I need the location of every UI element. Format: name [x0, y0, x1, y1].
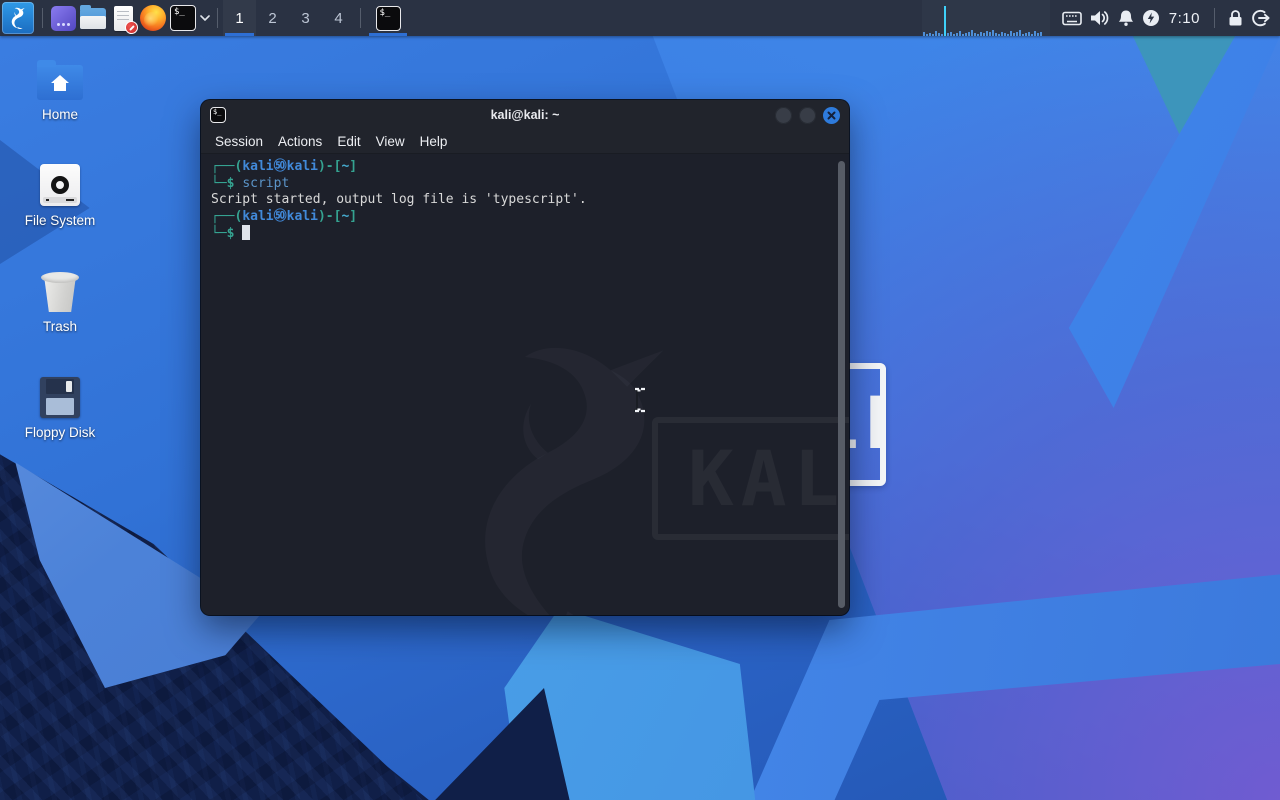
titlebar[interactable]: $_ kali@kali: ~ [201, 100, 849, 130]
lock-icon[interactable] [1227, 9, 1244, 27]
workspace-switcher: 1 2 3 4 [223, 0, 355, 36]
kali-wordmark-watermark: KALI [652, 417, 849, 540]
clock[interactable]: 7:10 [1167, 10, 1202, 27]
power-icon[interactable] [1142, 9, 1160, 27]
launcher-file-manager[interactable] [78, 2, 108, 34]
terminal-glyph: $_ [213, 108, 222, 116]
typed-command: script [242, 175, 290, 191]
desktop-icon-label: File System [24, 213, 96, 228]
terminal-line: └─$ [211, 225, 829, 243]
terminal-line: └─$ script [211, 175, 290, 191]
app-window-icon [50, 5, 76, 31]
launcher-terminal[interactable]: $_ [168, 2, 198, 34]
desktop-icon-label: Trash [42, 319, 77, 334]
panel-separator [217, 8, 218, 28]
menu-help[interactable]: Help [420, 134, 448, 149]
desktop-icon-file-system[interactable]: File System [8, 160, 112, 228]
terminal-cursor [242, 225, 251, 240]
menu-view[interactable]: View [376, 134, 405, 149]
window-controls [775, 106, 840, 124]
logout-icon[interactable] [1251, 9, 1270, 27]
command-output: Script started, output log file is 'type… [211, 192, 587, 207]
launcher-dropdown-button[interactable] [198, 2, 212, 34]
bell-icon[interactable] [1117, 9, 1135, 27]
launcher-firefox[interactable] [138, 2, 168, 34]
taskbar-item-terminal[interactable]: $_ [366, 0, 410, 36]
menu-edit[interactable]: Edit [337, 134, 360, 149]
cpu-graph[interactable] [921, 0, 1050, 36]
workspace-4[interactable]: 4 [322, 0, 355, 36]
menu-actions[interactable]: Actions [278, 134, 322, 149]
workspace-number: 2 [268, 9, 277, 27]
workspace-number: 1 [235, 9, 244, 27]
firefox-icon [140, 5, 166, 31]
keyboard-icon[interactable] [1061, 11, 1082, 26]
panel-separator [42, 8, 43, 28]
terminal-window: $_ kali@kali: ~ Session Actions Edit Vie… [201, 100, 849, 615]
desktop-icon-label: Home [41, 107, 78, 122]
menu-session[interactable]: Session [215, 134, 263, 149]
desktop-icon-home[interactable]: Home [8, 54, 112, 122]
launcher-app-window[interactable] [48, 2, 78, 34]
volume-icon[interactable] [1089, 9, 1110, 27]
workspace-number: 4 [334, 9, 343, 27]
desktop-icon-trash[interactable]: Trash [8, 266, 112, 334]
workspace-1[interactable]: 1 [223, 0, 256, 36]
desktop-icon-floppy-disk[interactable]: Floppy Disk [8, 372, 112, 440]
terminal-glyph: $_ [174, 7, 185, 17]
system-tray: 7:10 [1050, 8, 1280, 28]
window-terminal-icon: $_ [210, 107, 226, 123]
terminal-line: ┌──(kali㊿kali)-[~] [211, 159, 358, 174]
file-manager-icon [80, 4, 106, 29]
terminal-line: ┌──(kali㊿kali)-[~] [211, 208, 358, 224]
workspace-3[interactable]: 3 [289, 0, 322, 36]
terminal-glyph: $_ [379, 7, 391, 18]
desktop-icon-label: Floppy Disk [24, 425, 96, 440]
minimize-button[interactable] [775, 106, 792, 124]
panel-separator [1214, 8, 1215, 28]
scrollbar[interactable] [838, 161, 845, 608]
trash-icon [41, 272, 79, 312]
terminal-content[interactable]: KALI ┌──(kali㊿kali)-[~] └─$ script Scrip… [201, 154, 849, 615]
close-button[interactable] [823, 106, 840, 124]
close-icon [827, 111, 836, 119]
floppy-disk-icon [40, 377, 80, 418]
house-icon [51, 74, 69, 91]
workspace-number: 3 [301, 9, 310, 27]
menu-bar: Session Actions Edit View Help [201, 130, 849, 154]
terminal-icon: $_ [170, 5, 196, 31]
applications-menu-button[interactable] [2, 2, 34, 34]
panel-separator [360, 8, 361, 28]
terminal-icon: $_ [375, 5, 401, 31]
home-folder-icon [37, 60, 83, 100]
hard-drive-icon [40, 164, 80, 206]
top-panel: $_ 1 2 3 4 $_ 7:10 [0, 0, 1280, 36]
window-title: kali@kali: ~ [490, 108, 560, 122]
chevron-down-icon [200, 15, 210, 21]
kali-dragon-icon [11, 7, 25, 29]
launcher-text-editor[interactable] [108, 2, 138, 34]
text-editor-icon [113, 5, 138, 34]
workspace-2[interactable]: 2 [256, 0, 289, 36]
maximize-button[interactable] [799, 106, 816, 124]
terminal-line: Script started, output log file is 'type… [211, 192, 829, 209]
watermark-text: KALI [688, 433, 849, 523]
